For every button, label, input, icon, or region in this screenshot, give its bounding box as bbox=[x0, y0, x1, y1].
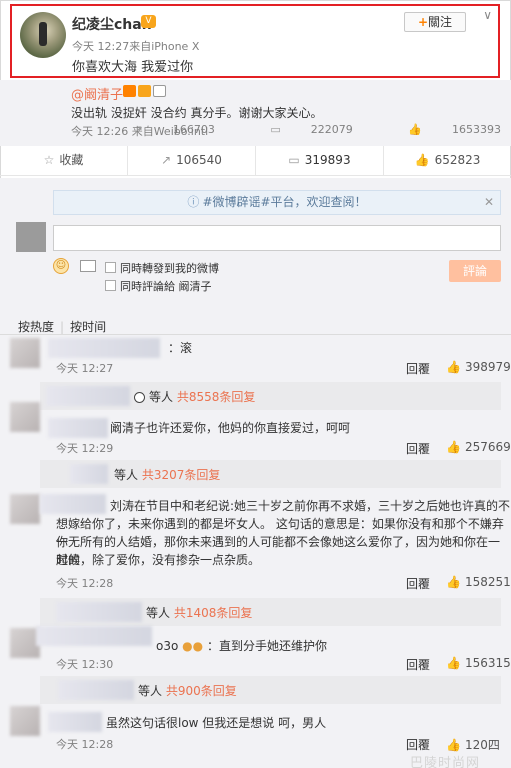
emoji-icon[interactable]: ☺ bbox=[53, 258, 69, 274]
vip-icon bbox=[138, 85, 151, 97]
sub-reply-names bbox=[70, 464, 108, 484]
comment-input[interactable] bbox=[53, 225, 501, 251]
comment-text: 阚清子也许还爱你，他妈的你直接爱过，呵呵 bbox=[110, 421, 351, 435]
sub-reply-bar[interactable]: 等人 共900条回复 bbox=[40, 676, 501, 704]
comment-like-button[interactable]: 👍 156315 bbox=[446, 656, 511, 670]
reply-button[interactable]: 回覆 bbox=[406, 656, 430, 673]
repost-text: 没出轨 没捉奸 没合约 真分手。谢谢大家关心。 bbox=[71, 106, 323, 120]
share-icon: ↗ bbox=[161, 153, 172, 167]
repost-checkbox-label: 同時轉發到我的微博 bbox=[120, 262, 219, 275]
comment-icon: ▭ bbox=[270, 123, 281, 136]
tab-sort-hot[interactable]: 按热度 bbox=[18, 320, 54, 334]
repost-checkbox[interactable] bbox=[105, 262, 116, 273]
comment-to-checkbox-label: 同時評論給 阚清子 bbox=[120, 280, 212, 293]
repost-comment-count[interactable]: ▭ 222079 bbox=[244, 123, 352, 136]
commenter-avatar[interactable] bbox=[10, 706, 40, 736]
vip-badge-icon: V bbox=[141, 15, 156, 28]
commenter-name[interactable] bbox=[48, 712, 102, 732]
post-text: 你喜欢大海 我爱过你 bbox=[72, 60, 194, 75]
comment-time: 今天 12:28 bbox=[56, 738, 114, 751]
reposted-weibo: @阚清子 没出轨 没捉奸 没合约 真分手。谢谢大家关心。 今天 12:26 来自… bbox=[0, 80, 511, 146]
emoji-icon: ●● bbox=[182, 639, 204, 653]
comment-time: 今天 12:29 bbox=[56, 442, 114, 455]
highlighted-post: 纪凌尘chan V +關注 ∨ 今天 12:27来自iPhone X 你喜欢大海… bbox=[10, 4, 500, 78]
my-avatar bbox=[16, 222, 46, 252]
comment-time: 今天 12:28 bbox=[56, 577, 114, 590]
comment-like-button[interactable]: 👍 257669 bbox=[446, 440, 511, 454]
watermark: 巴陵时尚网 bbox=[410, 756, 481, 768]
repost-stats: ↗ 166703 ▭ 222079 👍 1653393 bbox=[82, 123, 501, 136]
comment-to-checkbox[interactable] bbox=[105, 280, 116, 291]
reply-button[interactable]: 回覆 bbox=[406, 736, 430, 753]
thumb-up-icon: 👍 bbox=[408, 123, 422, 136]
comment-text: o3o ●● ：直到分手她还维护你 bbox=[156, 639, 327, 653]
favorite-button[interactable]: ☆ 收藏 bbox=[0, 146, 128, 175]
chevron-down-icon[interactable]: ∨ bbox=[483, 8, 492, 22]
post-meta: 今天 12:27来自iPhone X bbox=[72, 40, 200, 53]
sub-reply-link[interactable]: 共900条回复 bbox=[166, 684, 237, 698]
thumb-up-icon: 👍 bbox=[414, 153, 430, 167]
thumb-up-icon: 👍 bbox=[446, 656, 461, 670]
follow-button[interactable]: +關注 bbox=[404, 12, 466, 32]
thumb-up-icon: 👍 bbox=[446, 360, 461, 374]
close-icon[interactable]: ✕ bbox=[484, 191, 494, 214]
repost-author-link[interactable]: @阚清子 bbox=[71, 84, 123, 103]
info-icon: ⓘ bbox=[187, 195, 200, 209]
author-name[interactable]: 纪凌尘chan bbox=[72, 14, 152, 34]
panda-icon bbox=[153, 85, 166, 97]
commenter-name[interactable] bbox=[48, 418, 108, 438]
thumb-up-icon: 👍 bbox=[446, 440, 461, 454]
plus-icon: + bbox=[417, 15, 429, 29]
sub-reply-link[interactable]: 共3207条回复 bbox=[142, 468, 221, 482]
commenter-name[interactable] bbox=[48, 338, 160, 358]
verified-icon bbox=[123, 85, 136, 97]
sub-reply-names bbox=[58, 680, 134, 700]
commenter-avatar[interactable] bbox=[10, 338, 40, 368]
sub-reply-link[interactable]: 共1408条回复 bbox=[174, 606, 253, 620]
share-button[interactable]: ↗ 106540 bbox=[128, 146, 256, 175]
sub-reply-bar[interactable]: 等人 共3207条回复 bbox=[40, 460, 501, 488]
commenter-avatar[interactable] bbox=[10, 402, 40, 432]
author-avatar[interactable] bbox=[20, 12, 66, 58]
sub-reply-bar[interactable]: 等人 共1408条回复 bbox=[40, 598, 501, 626]
thumb-up-icon: 👍 bbox=[446, 575, 461, 589]
action-bar: ☆ 收藏 ↗ 106540 ▭ 319893 👍 652823 bbox=[0, 146, 511, 176]
comment-text: 虽然这句话很low 但我还是想说 呵，男人 bbox=[106, 716, 327, 730]
sub-reply-names bbox=[56, 602, 142, 622]
divider bbox=[0, 334, 511, 335]
comment-text-line: 时候，除了爱你，没有掺杂一点杂质。 bbox=[56, 553, 261, 567]
commenter-name[interactable] bbox=[36, 626, 152, 646]
reply-button[interactable]: 回覆 bbox=[406, 440, 430, 457]
comment-text-line: 刘涛在节目中和老纪说:她三十岁之前你再不求婚，三十岁之后她也许真的不 bbox=[110, 499, 511, 513]
comment-icon: ▭ bbox=[288, 153, 300, 167]
comment-like-button[interactable]: 👍 158251 bbox=[446, 575, 511, 589]
comment-button[interactable]: ▭ 319893 bbox=[256, 146, 384, 175]
commenter-name[interactable] bbox=[40, 494, 106, 514]
submit-comment-button[interactable]: 評論 bbox=[449, 260, 501, 282]
repost-share-count[interactable]: ↗ 166703 bbox=[108, 123, 215, 136]
star-icon: ☆ bbox=[43, 153, 55, 167]
thumb-up-icon: 👍 bbox=[446, 738, 461, 752]
comment-like-button[interactable]: 👍 398979 bbox=[446, 360, 511, 374]
comment-time: 今天 12:27 bbox=[56, 362, 114, 375]
sub-reply-names bbox=[46, 386, 130, 406]
reply-button[interactable]: 回覆 bbox=[406, 575, 430, 592]
image-icon[interactable] bbox=[80, 260, 96, 272]
sub-reply-link[interactable]: 共8558条回复 bbox=[177, 390, 256, 404]
comment-text: ：滚 bbox=[168, 341, 193, 355]
comment-time: 今天 12:30 bbox=[56, 658, 114, 671]
panda-icon bbox=[134, 392, 145, 403]
reply-button[interactable]: 回覆 bbox=[406, 360, 430, 377]
commenter-avatar[interactable] bbox=[10, 494, 40, 524]
sort-tabs: 按热度 | 按时间 bbox=[18, 320, 107, 334]
rumor-notice[interactable]: ⓘ #微博辟谣#平台，欢迎查阅！ ✕ bbox=[53, 190, 501, 215]
tab-sort-time[interactable]: 按时间 bbox=[70, 320, 106, 334]
follow-label: 關注 bbox=[428, 15, 453, 29]
share-icon: ↗ bbox=[133, 123, 143, 136]
repost-badges bbox=[123, 85, 168, 100]
like-button[interactable]: 👍 652823 bbox=[384, 146, 511, 175]
sub-reply-bar[interactable]: 等人 共8558条回复 bbox=[40, 382, 501, 410]
repost-like-count[interactable]: 👍 1653393 bbox=[382, 123, 501, 136]
comment-like-button[interactable]: 👍 120四 bbox=[446, 736, 500, 753]
